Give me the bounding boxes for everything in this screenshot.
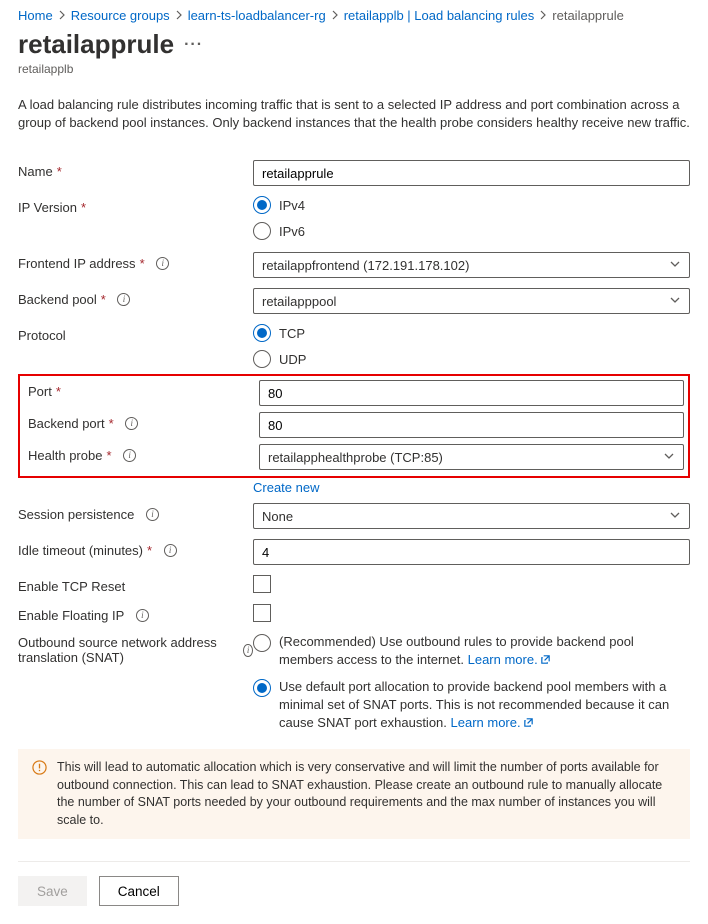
frontend-select[interactable]: retailappfrontend (172.191.178.102) [253,252,690,278]
name-label: Name [18,164,53,179]
chevron-down-icon [669,258,681,273]
backendport-label: Backend port [28,416,105,431]
external-link-icon [538,652,551,667]
breadcrumb-home[interactable]: Home [18,8,53,23]
chevron-right-icon [174,8,184,23]
backendpool-label: Backend pool [18,292,97,307]
chevron-right-icon [330,8,340,23]
page-subtitle: retailapplb [18,62,690,76]
info-icon[interactable] [117,293,130,306]
tcpreset-label: Enable TCP Reset [18,579,125,594]
chevron-right-icon [538,8,548,23]
radio-icon [253,634,271,652]
info-icon[interactable] [243,644,253,657]
radio-icon [253,196,271,214]
snat-label: Outbound source network address translat… [18,635,232,665]
info-icon[interactable] [164,544,177,557]
info-icon[interactable] [123,449,136,462]
tcp-radio[interactable]: TCP [253,324,690,342]
floating-label: Enable Floating IP [18,608,124,623]
create-new-link[interactable]: Create new [253,480,319,495]
tcpreset-checkbox[interactable] [253,575,271,593]
port-label: Port [28,384,52,399]
breadcrumb-lb[interactable]: retailapplb | Load balancing rules [344,8,535,23]
chevron-right-icon [57,8,67,23]
highlighted-section: Port* Backend port* Health probe* retail… [18,374,690,478]
save-button[interactable]: Save [18,876,87,906]
snat-recommended-radio[interactable]: (Recommended) Use outbound rules to prov… [253,633,690,668]
snat-default-radio[interactable]: Use default port allocation to provide b… [253,678,690,731]
cancel-button[interactable]: Cancel [99,876,179,906]
chevron-down-icon [669,294,681,309]
port-input[interactable] [259,380,684,406]
info-icon[interactable] [125,417,138,430]
floating-checkbox[interactable] [253,604,271,622]
learn-more-link[interactable]: Learn more. [468,652,551,667]
breadcrumb-rg-name[interactable]: learn-ts-loadbalancer-rg [188,8,326,23]
breadcrumb-current: retailapprule [552,8,624,23]
idle-input[interactable] [253,539,690,565]
radio-icon [253,679,271,697]
udp-radio[interactable]: UDP [253,350,690,368]
info-icon[interactable] [156,257,169,270]
chevron-down-icon [663,450,675,465]
chevron-down-icon [669,509,681,524]
ipversion-label: IP Version [18,200,77,215]
breadcrumb: Home Resource groups learn-ts-loadbalanc… [18,8,690,23]
warning-icon [32,760,47,775]
page-title: retailapprule ··· [18,29,690,60]
info-icon[interactable] [136,609,149,622]
idle-label: Idle timeout (minutes) [18,543,143,558]
session-label: Session persistence [18,507,134,522]
ipv6-radio[interactable]: IPv6 [253,222,690,240]
ipv4-radio[interactable]: IPv4 [253,196,690,214]
learn-more-link[interactable]: Learn more. [451,715,534,730]
healthprobe-select[interactable]: retailapphealthprobe (TCP:85) [259,444,684,470]
page-description: A load balancing rule distributes incomi… [18,96,690,132]
protocol-label: Protocol [18,328,66,343]
radio-icon [253,350,271,368]
frontend-label: Frontend IP address [18,256,136,271]
warning-text: This will lead to automatic allocation w… [57,759,676,829]
radio-icon [253,324,271,342]
session-select[interactable]: None [253,503,690,529]
footer-actions: Save Cancel [18,861,690,906]
external-link-icon [521,715,534,730]
more-icon[interactable]: ··· [184,36,203,54]
backendport-input[interactable] [259,412,684,438]
breadcrumb-resource-groups[interactable]: Resource groups [71,8,170,23]
radio-icon [253,222,271,240]
info-icon[interactable] [146,508,159,521]
backendpool-select[interactable]: retailapppool [253,288,690,314]
snat-warning: This will lead to automatic allocation w… [18,749,690,839]
name-input[interactable] [253,160,690,186]
healthprobe-label: Health probe [28,448,102,463]
